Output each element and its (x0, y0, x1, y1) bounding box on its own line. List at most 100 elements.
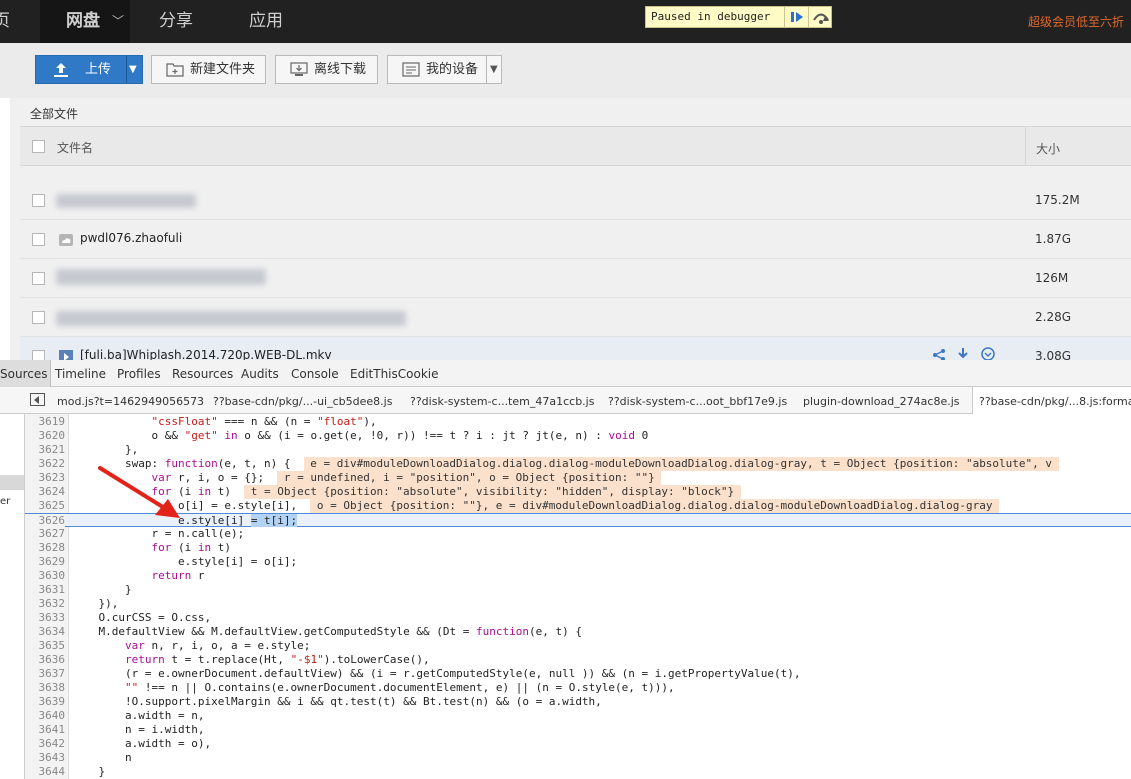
tab-profiles[interactable]: Profiles (117, 367, 161, 381)
step-over-button[interactable] (808, 7, 832, 27)
code-text: }), (72, 597, 119, 610)
offline-download-button[interactable]: 离线下载 (275, 55, 378, 84)
code-line: 3624 for (i in t) t = Object {position: … (25, 485, 1131, 499)
line-number[interactable]: 3640 (25, 709, 65, 723)
devtools-panel: Sources Timeline Profiles Resources Audi… (0, 360, 1131, 779)
vip-promo-link[interactable]: 超级会员低至六折 (1028, 13, 1124, 30)
nav-share[interactable]: 分享 (159, 0, 193, 43)
code-text: M.defaultView && M.defaultView.getComput… (72, 625, 582, 638)
line-number[interactable]: 3623 (25, 471, 65, 485)
column-filename[interactable]: 文件名 (57, 139, 93, 156)
line-number[interactable]: 3620 (25, 429, 65, 443)
new-folder-label: 新建文件夹 (190, 62, 256, 77)
line-number[interactable]: 3635 (25, 639, 65, 653)
line-number[interactable]: 3631 (25, 583, 65, 597)
file-list-header: 文件名 大小 (20, 126, 1131, 166)
code-line: 3631 } (25, 583, 1131, 597)
line-number[interactable]: 3630 (25, 569, 65, 583)
resume-button[interactable] (784, 7, 808, 27)
row-checkbox[interactable] (32, 233, 45, 246)
line-number[interactable]: 3628 (25, 541, 65, 555)
upload-dropdown-icon[interactable]: ▼ (129, 56, 137, 83)
nav-home[interactable]: 页 (0, 0, 17, 43)
line-number[interactable]: 3638 (25, 681, 65, 695)
row-checkbox[interactable] (32, 272, 45, 285)
nav-apps[interactable]: 应用 (249, 0, 283, 43)
row-checkbox[interactable] (32, 194, 45, 207)
devices-divider (486, 56, 487, 83)
code-line: 3644 } (25, 765, 1131, 779)
sidebar-item-label[interactable]: er (0, 496, 10, 507)
line-number[interactable]: 3642 (25, 737, 65, 751)
line-number[interactable]: 3629 (25, 555, 65, 569)
upload-icon (54, 63, 68, 77)
line-number[interactable]: 3634 (25, 625, 65, 639)
line-number[interactable]: 3636 (25, 653, 65, 667)
code-line: 3621 }, (25, 443, 1131, 457)
code-text: for (i in t) (151, 541, 231, 554)
tab-timeline[interactable]: Timeline (55, 367, 106, 381)
sidebar-selected-item[interactable] (0, 475, 24, 490)
red-arrow-annotation (98, 466, 180, 518)
toggle-navigator-icon[interactable] (30, 393, 45, 406)
file-size: 1.87G (1035, 232, 1072, 246)
navigator-sidebar: er (0, 414, 25, 779)
tab-audits[interactable]: Audits (241, 367, 279, 381)
tab-console[interactable]: Console (291, 367, 339, 381)
file-tab[interactable]: ??disk-system-c...oot_bbf17e9.js (608, 395, 787, 408)
code-text: !O.support.pixelMargin && i && qt.test(t… (72, 695, 602, 708)
my-devices-button[interactable]: 我的设备 ▼ (387, 55, 502, 84)
line-number[interactable]: 3625 (25, 499, 65, 513)
line-number[interactable]: 3619 (25, 415, 65, 429)
more-options-icon[interactable] (981, 347, 995, 361)
file-tab[interactable]: plugin-download_274ac8e.js (803, 395, 960, 408)
cloud-folder-icon (59, 234, 73, 246)
download-monitor-icon (290, 62, 308, 76)
devices-dropdown-icon[interactable]: ▼ (490, 56, 498, 83)
file-tab[interactable]: mod.js?t=1462949056573 (57, 395, 204, 408)
code-text: } (72, 765, 106, 778)
code-editor[interactable]: 3619 "cssFloat" === n && (n = "float"), 3… (25, 414, 1131, 779)
line-number[interactable]: 3621 (25, 443, 65, 457)
step-over-icon (813, 13, 829, 24)
file-row[interactable]: 126M (20, 259, 1131, 298)
file-row[interactable]: 175.2M (20, 181, 1131, 220)
line-number[interactable]: 3633 (25, 611, 65, 625)
line-number[interactable]: 3644 (25, 765, 65, 779)
line-number[interactable]: 3632 (25, 597, 65, 611)
new-folder-button[interactable]: 新建文件夹 (151, 55, 266, 84)
file-row[interactable]: pwdl076.zhaofuli 1.87G (20, 220, 1131, 259)
file-row[interactable]: 2.28G (20, 298, 1131, 337)
code-text: e.style[i] = o[i]; (72, 555, 298, 568)
tab-editthiscookie[interactable]: EditThisCookie (350, 367, 439, 381)
tab-sources[interactable]: Sources (0, 360, 52, 387)
inline-value-annotation: e = div#moduleDownloadDialog.dialog.dial… (303, 457, 1059, 471)
line-number[interactable]: 3624 (25, 485, 65, 499)
blurred-filename (56, 194, 196, 208)
upload-label: 上传 (85, 62, 112, 77)
file-name[interactable]: pwdl076.zhaofuli (80, 231, 182, 245)
line-number[interactable]: 3626 (25, 514, 65, 528)
file-size: 126M (1035, 271, 1069, 285)
code-line: 3629 e.style[i] = o[i]; (25, 555, 1131, 569)
column-size[interactable]: 大小 (1025, 127, 1131, 165)
debugger-paused-overlay: Paused in debugger (645, 6, 832, 28)
select-all-checkbox[interactable] (32, 140, 45, 153)
file-tab[interactable]: ??disk-system-c...tem_47a1ccb.js (410, 395, 594, 408)
line-number[interactable]: 3643 (25, 751, 65, 765)
tab-resources[interactable]: Resources (172, 367, 233, 381)
line-number[interactable]: 3639 (25, 695, 65, 709)
code-text: "cssFloat" === n && (n = "float"), (151, 415, 377, 428)
code-line: 3623 var r, i, o = {}; r = undefined, i … (25, 471, 1131, 485)
line-number[interactable]: 3641 (25, 723, 65, 737)
file-tab[interactable]: ??base-cdn/pkg/...-ui_cb5dee8.js (213, 395, 392, 408)
nav-netdisk[interactable]: 网盘 ﹀ (40, 0, 130, 43)
breadcrumb[interactable]: 全部文件 (30, 105, 78, 122)
line-number[interactable]: 3627 (25, 527, 65, 541)
row-checkbox[interactable] (32, 311, 45, 324)
line-number[interactable]: 3622 (25, 457, 65, 471)
download-icon[interactable] (957, 347, 969, 361)
file-tab-active[interactable]: ??base-cdn/pkg/...8.js:formatted (972, 387, 1131, 414)
upload-button[interactable]: 上传 ▼ (35, 55, 143, 84)
line-number[interactable]: 3637 (25, 667, 65, 681)
